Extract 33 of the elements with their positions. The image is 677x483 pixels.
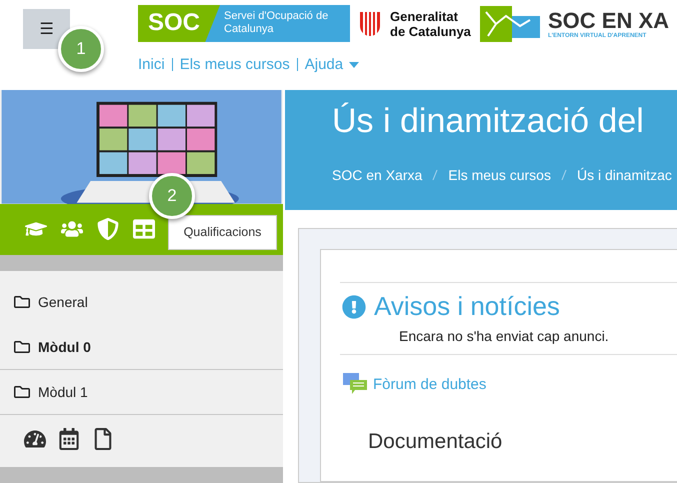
folder-icon	[14, 384, 30, 400]
breadcrumb-link[interactable]: Ús i dinamitzac	[576, 167, 672, 183]
nav-link[interactable]: Els meus cursos	[180, 56, 290, 73]
gencat-logo-text: Generalitat de Catalunya	[390, 8, 472, 38]
forum-link[interactable]: Fòrum de dubtes	[373, 376, 486, 392]
folder-icon	[14, 338, 30, 355]
tooltip: Qualificacions	[168, 214, 277, 250]
breadcrumb-link[interactable]: SOC en Xarxa	[332, 167, 422, 183]
calendar-icon[interactable]	[58, 428, 80, 450]
block-title: Avisos i notícies	[374, 291, 560, 322]
section-link[interactable]: Mòdul 1	[0, 370, 283, 416]
soc-logo: SOC Servei d'Ocupació de Catalunya	[138, 5, 350, 42]
breadcrumb-separator-icon	[560, 169, 567, 181]
breadcrumb-link[interactable]: Els meus cursos	[448, 167, 551, 183]
folder-icon	[14, 294, 30, 310]
section-link[interactable]: General	[0, 279, 283, 324]
breadcrumb-separator-icon	[432, 169, 438, 181]
chat-bubbles-icon	[343, 373, 367, 395]
file-icon[interactable]	[92, 428, 114, 450]
table-icon[interactable]	[133, 218, 155, 240]
striped-emblem-icon	[358, 10, 382, 38]
empty-message: Encara no s'ha enviat cap anunci.	[399, 328, 610, 344]
nav-link[interactable]: Ajuda	[304, 56, 360, 73]
section-link[interactable]: Mòdul 0	[0, 324, 283, 370]
exclamation-icon	[342, 294, 366, 318]
shield-icon[interactable]	[97, 218, 119, 240]
course-title: Ús i dinamització del	[332, 102, 645, 141]
dashboard-icon[interactable]	[24, 428, 46, 450]
logo-text: SOC EN XA	[548, 8, 670, 32]
section-heading: Documentació	[368, 430, 504, 454]
nav-link[interactable]: Inici	[138, 56, 165, 73]
step-badge-overlay: 1	[58, 26, 104, 72]
network-logo-icon	[480, 6, 540, 42]
